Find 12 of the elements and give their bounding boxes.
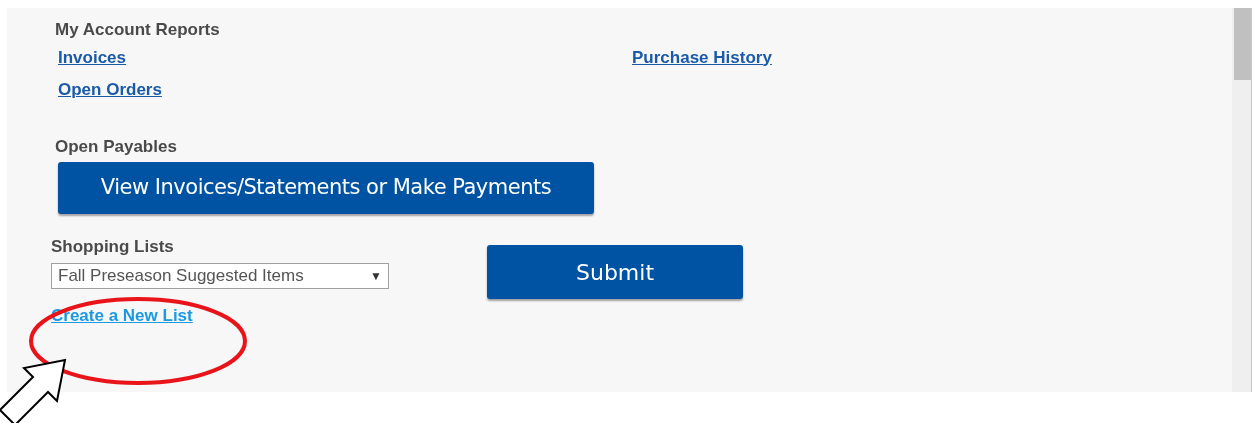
section-heading: My Account Reports (55, 19, 221, 41)
scrollbar-thumb[interactable] (1234, 8, 1251, 80)
report-link[interactable]: Open Orders (58, 80, 162, 99)
section-heading: Shopping Lists (51, 236, 175, 258)
report-link[interactable]: Purchase History (632, 47, 772, 67)
report-link[interactable]: Invoices (58, 47, 127, 67)
section-heading: Open Payables (55, 135, 178, 158)
caret-icon: ▼ (370, 266, 382, 285)
payments-button[interactable]: View Invoices/Statements or Make Payments (58, 162, 594, 214)
submit-button[interactable]: Submit (487, 245, 743, 299)
scrollbar-track[interactable] (1232, 8, 1252, 392)
list-dropdown[interactable]: Fall Preseason Suggested Items ▼ (51, 262, 389, 289)
